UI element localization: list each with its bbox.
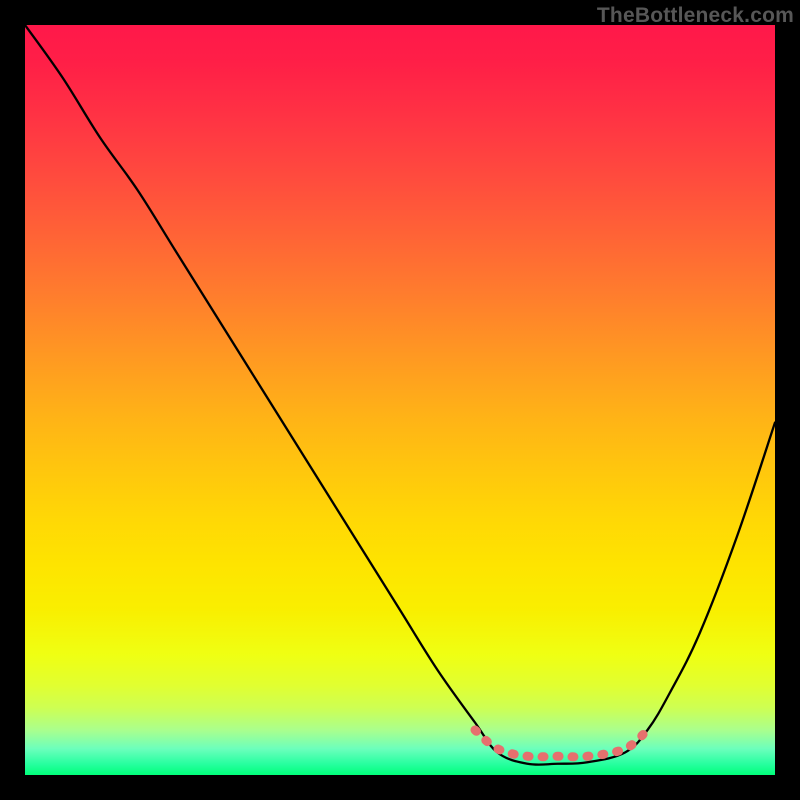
watermark-text: TheBottleneck.com [597, 4, 794, 28]
curve-layer [25, 25, 775, 775]
bottom-highlight [475, 730, 648, 757]
bottleneck-curve [25, 25, 775, 765]
plot-area [25, 25, 775, 775]
chart-root: TheBottleneck.com [0, 0, 800, 800]
